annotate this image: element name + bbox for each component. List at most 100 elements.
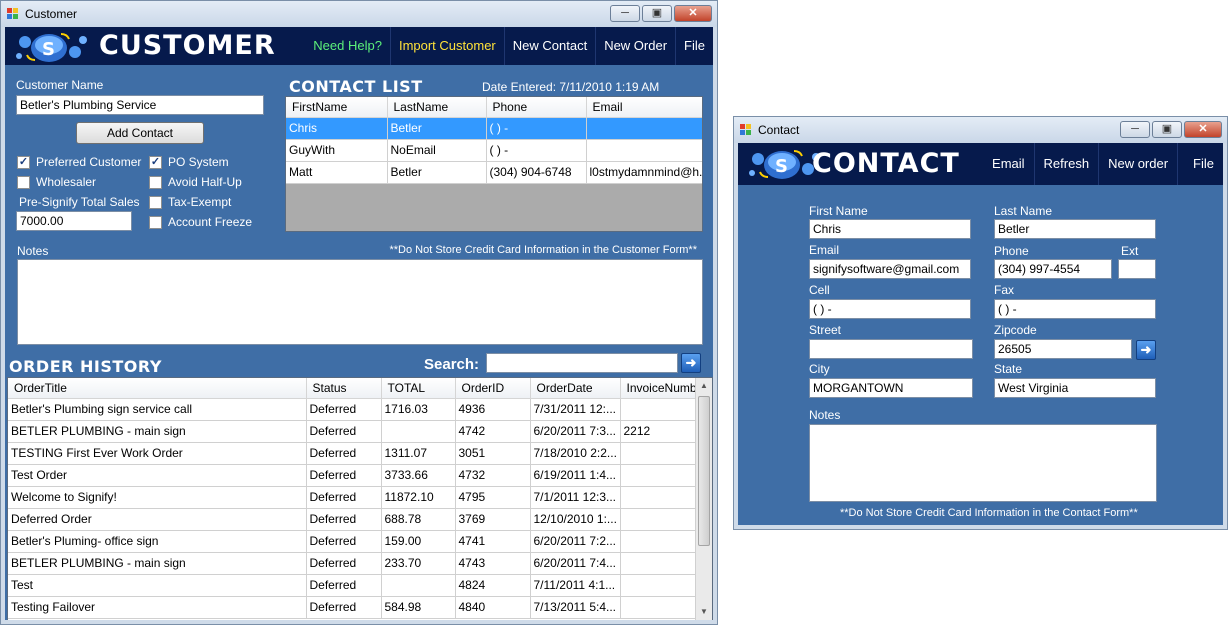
cell: 688.78 <box>381 508 456 531</box>
cell-input[interactable]: ( ) - <box>809 299 971 319</box>
close-button[interactable]: ✕ <box>1184 121 1222 138</box>
maximize-icon: ▣ <box>651 7 663 19</box>
window-title: Contact <box>758 123 800 137</box>
cell: 7/31/2011 12:... <box>530 398 621 421</box>
fax-input[interactable]: ( ) - <box>994 299 1156 319</box>
ext-label: Ext <box>1121 244 1139 258</box>
contact-col-email[interactable]: Email <box>586 97 702 118</box>
contact-col-firstname[interactable]: FirstName <box>286 97 388 118</box>
cell <box>586 117 702 140</box>
table-row[interactable]: Matt Betler (304) 904-6748 l0stmydamnmin… <box>286 161 702 184</box>
table-row[interactable]: Test Order Deferred 3733.66 4732 6/19/2011 1… <box>8 464 697 487</box>
table-row[interactable]: Deferred Order Deferred 688.78 3769 12/10/20… <box>8 508 697 531</box>
check-icon <box>149 215 162 229</box>
minimize-button[interactable]: ─ <box>610 5 640 22</box>
last-name-input[interactable]: Betler <box>994 219 1156 239</box>
first-name-input[interactable]: Chris <box>809 219 971 239</box>
menu-new-order[interactable]: New order <box>1098 143 1177 185</box>
cell: Deferred <box>306 420 382 443</box>
scroll-down-icon[interactable]: ▼ <box>696 604 712 620</box>
svg-text:S: S <box>42 39 55 60</box>
cell <box>586 139 702 162</box>
phone-label: Phone <box>994 244 1029 258</box>
street-input[interactable] <box>809 339 973 359</box>
scroll-up-icon[interactable]: ▲ <box>696 378 712 394</box>
svg-text:S: S <box>775 156 788 177</box>
close-icon: ✕ <box>688 7 698 19</box>
ext-input[interactable] <box>1118 259 1156 279</box>
cell: Deferred <box>306 442 382 465</box>
table-row[interactable]: Betler's Plumbing sign service call Defer… <box>8 398 697 421</box>
state-input[interactable]: West Virginia <box>994 378 1156 398</box>
table-row[interactable]: BETLER PLUMBING - main sign Deferred 233.7… <box>8 552 697 575</box>
menu-import-customer[interactable]: Import Customer <box>389 27 504 65</box>
menu-need-help[interactable]: Need Help? <box>305 27 390 65</box>
phone-input[interactable]: (304) 997-4554 <box>994 259 1112 279</box>
order-col-total[interactable]: TOTAL <box>381 378 456 399</box>
table-row[interactable]: Test Deferred 4824 7/11/2011 4:1... <box>8 574 697 597</box>
close-button[interactable]: ✕ <box>674 5 712 22</box>
cell: 4732 <box>455 464 531 487</box>
cell: 2212 <box>620 420 697 443</box>
table-row[interactable]: Betler's Pluming- office sign Deferred 159… <box>8 530 697 553</box>
contact-list-title: CONTACT LIST <box>289 77 423 96</box>
table-row[interactable]: Welcome to Signify! Deferred 11872.10 4795 7… <box>8 486 697 509</box>
cell: Deferred <box>306 552 382 575</box>
pre-signify-label: Pre-Signify Total Sales <box>19 195 140 209</box>
contact-col-lastname[interactable]: LastName <box>387 97 487 118</box>
cell: l0stmydamnmind@h... <box>586 161 702 184</box>
contact-titlebar[interactable]: Contact ─ ▣ ✕ <box>734 117 1227 143</box>
maximize-button[interactable]: ▣ <box>1152 121 1182 138</box>
order-col-status[interactable]: Status <box>306 378 382 399</box>
checkbox-label: PO System <box>168 155 229 169</box>
table-row[interactable]: Testing Failover Deferred 584.98 4840 7/13/2… <box>8 596 697 619</box>
contact-col-phone[interactable]: Phone <box>486 97 587 118</box>
date-entered: Date Entered: 7/11/2010 1:19 AM <box>482 80 660 94</box>
table-row[interactable]: TESTING First Ever Work Order Deferred 131… <box>8 442 697 465</box>
menu-refresh[interactable]: Refresh <box>1033 143 1099 185</box>
customer-titlebar[interactable]: Customer ─ ▣ ✕ <box>1 1 717 27</box>
pre-signify-input[interactable]: 7000.00 <box>16 211 132 231</box>
table-row[interactable]: BETLER PLUMBING - main sign Deferred 4742 6… <box>8 420 697 443</box>
order-col-title[interactable]: OrderTitle <box>8 378 307 399</box>
customer-notes-textarea[interactable] <box>17 259 703 345</box>
tax-exempt-checkbox[interactable]: Tax-Exempt <box>149 195 231 209</box>
cell: ( ) - <box>486 117 587 140</box>
preferred-customer-checkbox[interactable]: ✓ Preferred Customer <box>17 155 141 169</box>
order-scrollbar[interactable]: ▲ ▼ <box>695 378 712 620</box>
zipcode-lookup-button[interactable]: ➜ <box>1136 340 1156 360</box>
po-system-checkbox[interactable]: ✓ PO System <box>149 155 229 169</box>
email-label: Email <box>809 243 840 257</box>
order-col-orderdate[interactable]: OrderDate <box>530 378 621 399</box>
city-input[interactable]: MORGANTOWN <box>809 378 973 398</box>
avoid-half-up-checkbox[interactable]: Avoid Half-Up <box>149 175 242 189</box>
check-icon: ✓ <box>17 155 30 169</box>
customer-name-input[interactable]: Betler's Plumbing Service <box>16 95 264 115</box>
minimize-button[interactable]: ─ <box>1120 121 1150 138</box>
maximize-button[interactable]: ▣ <box>642 5 672 22</box>
cell: Deferred <box>306 398 382 421</box>
app-icon <box>740 124 752 135</box>
order-col-orderid[interactable]: OrderID <box>455 378 531 399</box>
table-row[interactable]: GuyWith NoEmail ( ) - <box>286 139 702 162</box>
search-input[interactable] <box>486 353 678 373</box>
customer-menu: Need Help? Import Customer New Contact N… <box>305 27 713 65</box>
order-col-invoice[interactable]: InvoiceNumbe <box>620 378 697 399</box>
add-contact-button[interactable]: Add Contact <box>76 122 204 144</box>
table-row[interactable]: Chris Betler ( ) - <box>286 117 702 140</box>
menu-file[interactable]: File <box>675 27 713 65</box>
scroll-thumb[interactable] <box>698 396 710 546</box>
email-input[interactable]: signifysoftware@gmail.com <box>809 259 971 279</box>
contact-notes-textarea[interactable] <box>809 424 1157 502</box>
zipcode-input[interactable]: 26505 <box>994 339 1132 359</box>
cell: (304) 904-6748 <box>486 161 587 184</box>
wholesaler-checkbox[interactable]: Wholesaler <box>17 175 96 189</box>
cell: 6/20/2011 7:3... <box>530 420 621 443</box>
menu-new-contact[interactable]: New Contact <box>503 27 595 65</box>
account-freeze-checkbox[interactable]: Account Freeze <box>149 215 252 229</box>
street-label: Street <box>809 323 842 337</box>
menu-file[interactable]: File <box>1177 143 1223 185</box>
menu-new-order[interactable]: New Order <box>595 27 675 65</box>
search-go-button[interactable]: ➜ <box>681 353 701 373</box>
menu-email[interactable]: Email <box>983 143 1034 185</box>
